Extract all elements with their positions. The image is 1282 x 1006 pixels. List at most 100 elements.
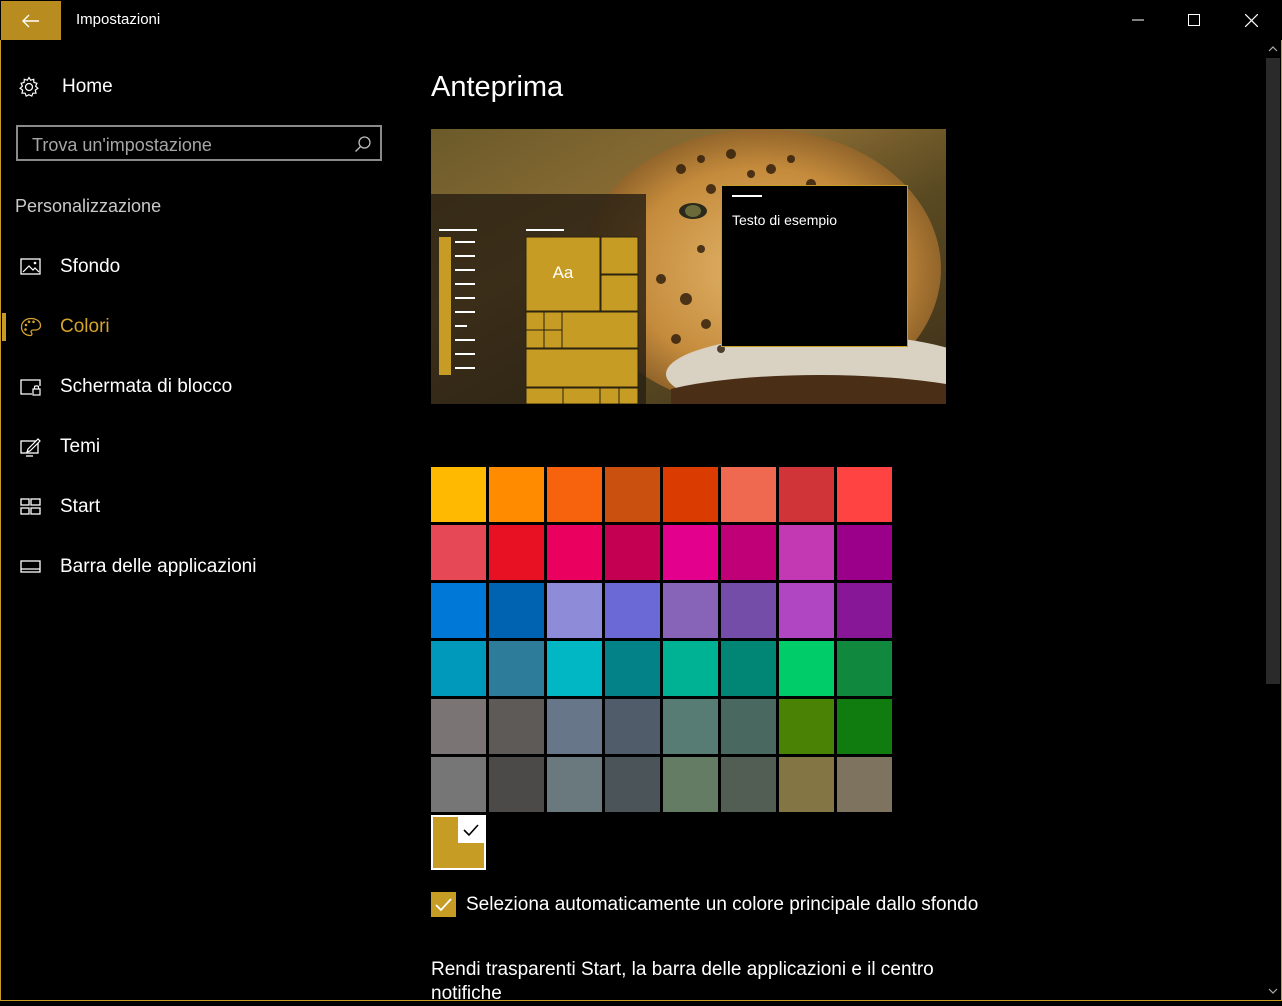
color-swatch[interactable]: [431, 525, 486, 580]
preview-window-bar: [732, 195, 762, 197]
back-arrow-icon: [22, 14, 39, 27]
sidebar-item-temi[interactable]: Temi: [0, 426, 395, 466]
color-swatch[interactable]: [547, 641, 602, 696]
color-swatch[interactable]: [663, 525, 718, 580]
close-button[interactable]: [1223, 1, 1279, 39]
checkbox-check-icon: [435, 898, 452, 912]
page-title: Anteprima: [431, 71, 564, 103]
color-swatch[interactable]: [779, 525, 834, 580]
color-swatch[interactable]: [663, 757, 718, 812]
preview-start-tiles: [439, 229, 639, 404]
sidebar-item-label: Sfondo: [60, 256, 121, 277]
window-title: Impostazioni: [76, 11, 161, 28]
color-swatch[interactable]: [663, 699, 718, 754]
themes-icon: [20, 438, 41, 457]
color-swatch[interactable]: [605, 699, 660, 754]
preview-sample-text: Testo di esempio: [732, 212, 838, 228]
color-swatch[interactable]: [721, 525, 776, 580]
back-button[interactable]: [1, 1, 61, 40]
color-swatch[interactable]: [431, 583, 486, 638]
sidebar-item-colori[interactable]: Colori: [0, 306, 395, 346]
close-icon: [1244, 13, 1258, 27]
palette-icon: [20, 317, 42, 337]
color-swatch[interactable]: [431, 467, 486, 522]
start-icon: [20, 498, 41, 515]
color-swatch[interactable]: [605, 467, 660, 522]
transparency-label: Rendi trasparenti Start, la barra delle …: [431, 959, 934, 1004]
sidebar-item-label: Start: [60, 496, 101, 517]
color-swatch[interactable]: [663, 583, 718, 638]
color-swatch[interactable]: [663, 467, 718, 522]
preview-aa-label: Aa: [552, 263, 574, 282]
scroll-thumb[interactable]: [1266, 58, 1280, 684]
color-swatch[interactable]: [489, 467, 544, 522]
color-swatch[interactable]: [663, 641, 718, 696]
auto-color-label[interactable]: Seleziona automaticamente un colore prin…: [466, 894, 978, 916]
color-swatch[interactable]: [605, 583, 660, 638]
color-swatch[interactable]: [547, 699, 602, 754]
color-swatch[interactable]: [837, 641, 892, 696]
maximize-icon: [1188, 14, 1200, 26]
color-swatch[interactable]: [721, 583, 776, 638]
color-swatch[interactable]: [721, 641, 776, 696]
color-swatch[interactable]: [837, 525, 892, 580]
sidebar-item-label: Barra delle applicazioni: [60, 556, 257, 577]
minimize-button[interactable]: [1110, 1, 1166, 39]
color-swatch[interactable]: [489, 525, 544, 580]
color-swatch[interactable]: [547, 467, 602, 522]
color-swatch[interactable]: [431, 757, 486, 812]
color-swatch[interactable]: [837, 757, 892, 812]
color-swatch[interactable]: [489, 641, 544, 696]
maximize-button[interactable]: [1166, 1, 1222, 39]
color-swatch[interactable]: [605, 757, 660, 812]
color-swatch[interactable]: [721, 757, 776, 812]
scroll-down-icon[interactable]: [1266, 984, 1280, 998]
home-label: Home: [62, 76, 113, 97]
selected-accent-swatch[interactable]: [431, 815, 486, 870]
color-swatch[interactable]: [779, 641, 834, 696]
preview-sample-window: Testo di esempio: [721, 185, 908, 347]
color-swatch[interactable]: [779, 583, 834, 638]
title-bar: Impostazioni: [0, 0, 1282, 40]
theme-preview: Aa Testo di esempio: [431, 129, 946, 404]
color-swatch[interactable]: [605, 525, 660, 580]
color-swatch[interactable]: [489, 699, 544, 754]
color-swatch[interactable]: [779, 699, 834, 754]
color-swatch[interactable]: [837, 467, 892, 522]
color-swatch[interactable]: [489, 583, 544, 638]
scroll-up-icon[interactable]: [1266, 42, 1280, 56]
auto-color-checkbox[interactable]: [431, 892, 456, 917]
lock-screen-icon: [20, 379, 41, 396]
color-swatch[interactable]: [605, 641, 660, 696]
checkmark-icon: [463, 824, 479, 837]
home-nav-item[interactable]: Home: [18, 74, 113, 100]
search-input[interactable]: Trova un'impostazione: [16, 125, 382, 161]
color-swatch[interactable]: [547, 525, 602, 580]
selected-corner: [458, 817, 484, 843]
sidebar-item-schermata-di-blocco[interactable]: Schermata di blocco: [0, 366, 395, 406]
picture-icon: [20, 258, 41, 275]
minimize-icon: [1132, 19, 1144, 21]
color-swatch[interactable]: [547, 583, 602, 638]
color-swatch[interactable]: [431, 699, 486, 754]
search-placeholder: Trova un'impostazione: [32, 135, 212, 155]
color-swatch[interactable]: [431, 641, 486, 696]
color-swatch[interactable]: [779, 467, 834, 522]
section-label: Personalizzazione: [15, 196, 162, 216]
search-icon[interactable]: [354, 135, 372, 153]
color-swatch[interactable]: [721, 467, 776, 522]
taskbar-icon: [20, 560, 41, 573]
sidebar-item-label: Schermata di blocco: [60, 376, 233, 397]
gear-icon: [19, 76, 39, 97]
color-swatch[interactable]: [547, 757, 602, 812]
sidebar-item-label: Temi: [60, 436, 101, 457]
color-swatch[interactable]: [489, 757, 544, 812]
sidebar-item-start[interactable]: Start: [0, 486, 395, 526]
color-swatch[interactable]: [779, 757, 834, 812]
sidebar-item-label: Colori: [60, 316, 110, 337]
sidebar-item-sfondo[interactable]: Sfondo: [0, 246, 395, 286]
color-swatch[interactable]: [721, 699, 776, 754]
sidebar-item-barra-delle-applicazioni[interactable]: Barra delle applicazioni: [0, 546, 395, 586]
color-swatch[interactable]: [837, 583, 892, 638]
color-swatch[interactable]: [837, 699, 892, 754]
